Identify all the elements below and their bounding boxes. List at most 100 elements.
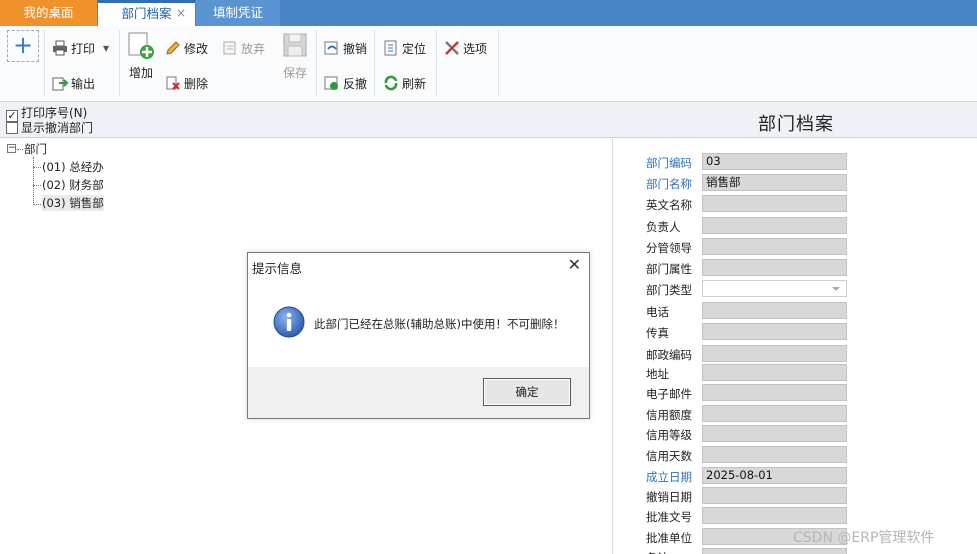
field-input[interactable] [702, 548, 847, 554]
tree-node-root[interactable]: 部门 [24, 141, 47, 157]
field-label: 信用额度 [646, 408, 692, 422]
field-input[interactable] [702, 195, 847, 212]
page-title: 部门档案 [758, 114, 834, 135]
delete-button[interactable]: 删除 [165, 74, 208, 94]
field-input[interactable] [702, 217, 847, 234]
tools-icon [445, 41, 459, 55]
print-seq-checkbox[interactable]: ✓ 打印序号(N) [6, 106, 88, 122]
field-input[interactable] [702, 323, 847, 340]
undo-icon [324, 41, 338, 55]
ok-button[interactable]: 确定 [483, 378, 571, 406]
toolbar-divider [119, 30, 120, 96]
field-label: 备注 [646, 550, 669, 554]
field-label: 分管领导 [646, 241, 692, 255]
field-input[interactable]: 2025-08-01 [702, 467, 847, 484]
toolbar: + 打印 ▼ 输出 增加 修改 删除 放弃 保存 撤销 反撤 定位 刷新 选项 [0, 26, 977, 102]
field-input[interactable]: 销售部 [702, 174, 847, 191]
tree-node-selected[interactable]: (03) 销售部 [42, 195, 104, 211]
options-label: 选项 [463, 42, 488, 56]
field-label: 信用天数 [646, 449, 692, 463]
new-window-button[interactable]: + [7, 30, 39, 62]
tree-node[interactable]: (02) 财务部 [42, 177, 104, 193]
field-input[interactable] [702, 384, 847, 401]
field-input[interactable] [702, 259, 847, 276]
add-button[interactable]: 增加 [125, 31, 157, 81]
tree-connector [33, 204, 41, 205]
delete-icon [166, 76, 180, 90]
field-label: 批准文号 [646, 510, 692, 524]
field-label: 部门名称 [646, 177, 692, 191]
refresh-label: 刷新 [402, 77, 427, 91]
department-form: 部门编码 03 部门名称 销售部 英文名称 负责人 分管领导 部门属性 部门类型 电话 传真 邮政编码… [612, 139, 977, 554]
field-label: 传真 [646, 326, 669, 340]
toolbar-divider [44, 30, 45, 96]
field-input[interactable] [702, 364, 847, 381]
export-label: 输出 [71, 77, 96, 91]
message-dialog: 提示信息 ✕ 此部门已经在总账(辅助总账)中使用！不可删除！ 确定 [247, 252, 590, 419]
tab-fill-voucher[interactable]: 填制凭证 [196, 0, 280, 26]
tab-department-archive[interactable]: 部门档案 × [98, 0, 195, 26]
print-dropdown-chevron-icon[interactable]: ▼ [103, 39, 109, 59]
tree-connector [17, 149, 23, 150]
modify-button[interactable]: 修改 [165, 39, 208, 59]
field-label: 部门属性 [646, 262, 692, 276]
tab-label: 部门档案 [121, 6, 172, 21]
field-input[interactable] [702, 425, 847, 442]
field-input[interactable] [702, 507, 847, 524]
add-document-icon [128, 32, 154, 59]
locate-label: 定位 [402, 42, 427, 56]
undo-button[interactable]: 撤销 [324, 39, 367, 59]
export-icon [52, 77, 68, 91]
reverse-icon [324, 76, 338, 90]
toolbar-divider [498, 30, 499, 96]
save-button[interactable]: 保存 [279, 31, 311, 81]
watermark: CSDN @ERP管理软件 [793, 530, 935, 546]
field-input[interactable] [702, 446, 847, 463]
chevron-down-icon[interactable] [832, 287, 840, 291]
export-button[interactable]: 输出 [52, 74, 95, 94]
checkbox-label: 打印序号(N) [21, 106, 88, 120]
print-label: 打印 [71, 42, 96, 56]
field-input[interactable] [702, 238, 847, 255]
dialog-message: 此部门已经在总账(辅助总账)中使用！不可删除！ [314, 317, 565, 331]
locate-icon [384, 40, 397, 56]
tab-label: 我的桌面 [23, 5, 74, 20]
modify-label: 修改 [184, 42, 209, 56]
reverse-label: 反撤 [343, 77, 368, 91]
checkbox-label: 显示撤消部门 [21, 121, 94, 135]
field-input[interactable] [702, 345, 847, 362]
field-label: 成立日期 [646, 470, 692, 484]
field-input[interactable] [702, 487, 847, 504]
abandon-icon [223, 41, 236, 55]
printer-icon [53, 40, 67, 56]
options-bar: ✓ 打印序号(N) 显示撤消部门 部门档案 [0, 102, 977, 138]
dialog-footer: 确定 [248, 367, 589, 418]
tree-connector [33, 157, 34, 205]
dialog-title: 提示信息 [252, 261, 303, 276]
print-button[interactable]: 打印 [52, 39, 95, 59]
save-disk-icon [283, 33, 307, 57]
tree-collapse-icon[interactable]: − [7, 144, 16, 153]
dialog-close-icon[interactable]: ✕ [568, 255, 581, 274]
field-label: 英文名称 [646, 198, 692, 212]
field-label: 电子邮件 [646, 387, 692, 401]
department-type-select[interactable] [702, 280, 847, 297]
refresh-button[interactable]: 刷新 [383, 74, 426, 94]
tree-node[interactable]: (01) 总经办 [42, 159, 104, 175]
tree-connector [33, 185, 41, 186]
tab-my-desktop[interactable]: 我的桌面 [0, 0, 97, 26]
tree-connector [33, 167, 41, 168]
field-label: 电话 [646, 305, 669, 319]
field-label: 地址 [646, 367, 669, 381]
field-input[interactable] [702, 302, 847, 319]
tab-close-icon[interactable]: × [176, 3, 186, 24]
field-label: 撤销日期 [646, 490, 692, 504]
reverse-button[interactable]: 反撤 [324, 74, 367, 94]
options-button[interactable]: 选项 [444, 39, 487, 59]
pencil-icon [166, 41, 180, 55]
show-cancelled-checkbox[interactable]: 显示撤消部门 [6, 121, 93, 135]
field-input[interactable]: 03 [702, 153, 847, 170]
abandon-button[interactable]: 放弃 [222, 39, 265, 59]
field-input[interactable] [702, 405, 847, 422]
locate-button[interactable]: 定位 [383, 39, 426, 59]
